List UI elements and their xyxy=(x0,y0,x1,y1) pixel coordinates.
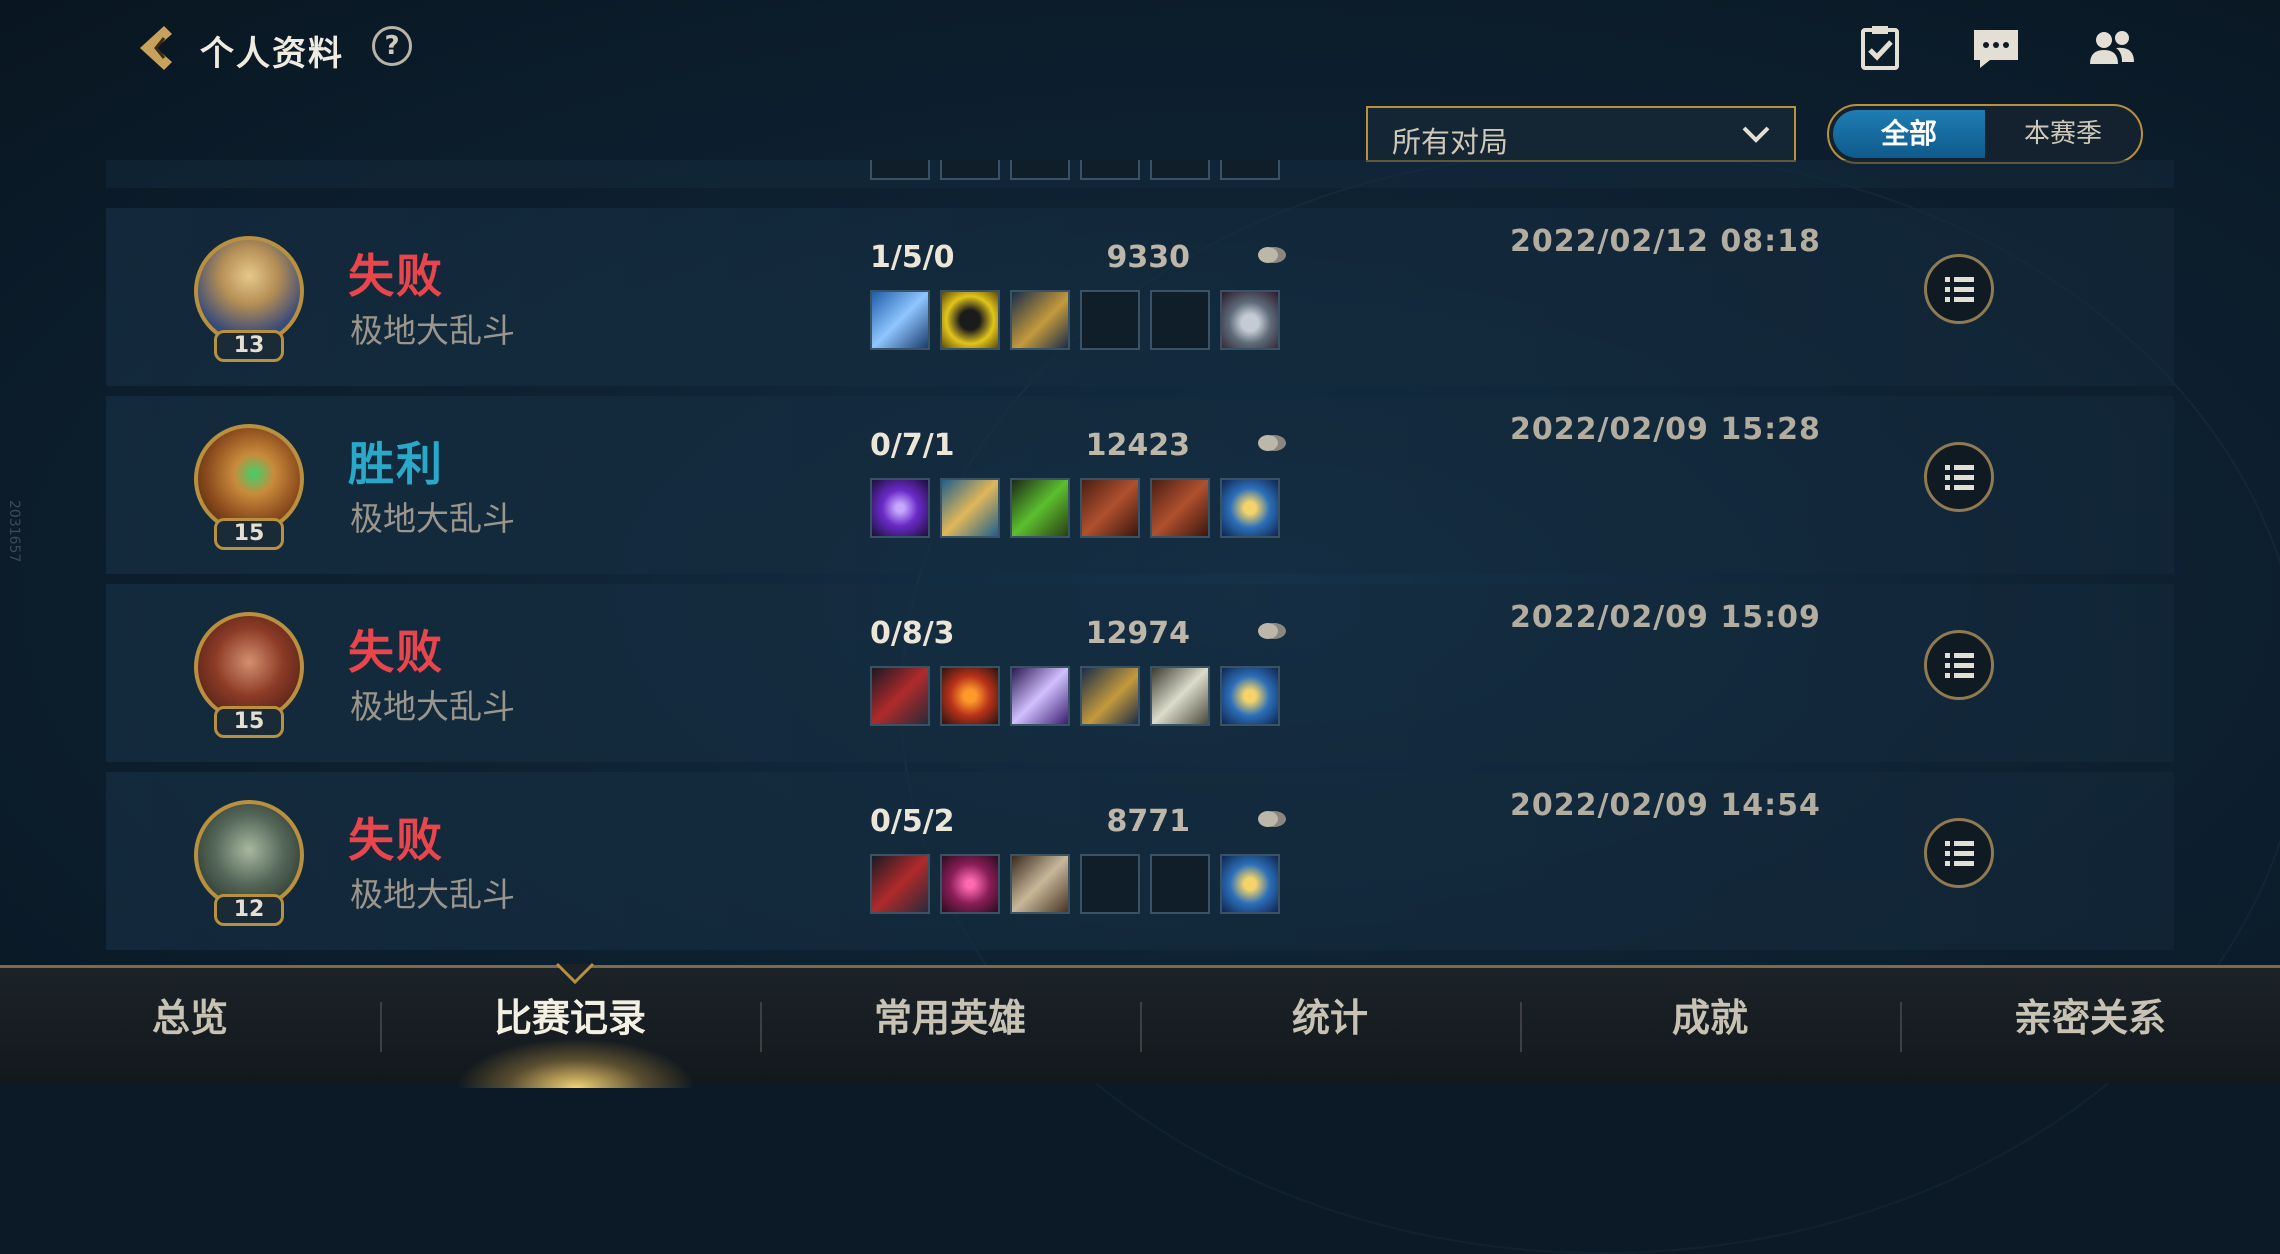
kda: 0/5/2 xyxy=(870,804,955,839)
item-icon xyxy=(1010,478,1070,538)
item-icon xyxy=(940,290,1000,350)
game-mode: 极地大乱斗 xyxy=(350,687,515,726)
friends-icon[interactable] xyxy=(2086,22,2138,74)
watermark: 2031657 xyxy=(6,500,22,563)
match-date: 2022/02/09 15:09 xyxy=(1510,600,1821,635)
page-title: 个人资料 xyxy=(200,34,344,74)
list-icon xyxy=(1945,277,1974,302)
chat-icon[interactable] xyxy=(1970,22,2022,74)
item-icon xyxy=(1150,666,1210,726)
item-slots xyxy=(870,478,1280,538)
item-icon xyxy=(870,666,930,726)
gold: 9330 xyxy=(1106,240,1191,275)
trinket-icon xyxy=(1220,666,1280,726)
champion-level: 15 xyxy=(214,518,284,550)
match-row[interactable]: 13 失败 极地大乱斗 1/5/0 9330 2022/02/12 08:18 xyxy=(106,208,2174,386)
list-icon xyxy=(1945,653,1974,678)
match-date: 2022/02/09 14:54 xyxy=(1510,788,1821,823)
toggle-all[interactable]: 全部 xyxy=(1833,110,1985,158)
match-list[interactable]: 13 失败 极地大乱斗 1/5/0 9330 2022/02/12 08:18 … xyxy=(106,160,2174,965)
tab-stats[interactable]: 统计 xyxy=(1140,968,1520,1083)
champion-level: 13 xyxy=(214,330,284,362)
item-icon xyxy=(870,854,930,914)
trinket-icon xyxy=(1220,854,1280,914)
gold-coin-icon xyxy=(1258,623,1286,639)
back-button[interactable] xyxy=(128,20,184,76)
match-result: 失败 xyxy=(348,813,444,867)
empty-item-slot xyxy=(1150,854,1210,914)
gold-coin-icon xyxy=(1258,247,1286,263)
empty-item-slot xyxy=(1150,290,1210,350)
item-icon xyxy=(1010,666,1070,726)
toggle-season[interactable]: 本赛季 xyxy=(1989,110,2137,158)
match-result: 失败 xyxy=(348,249,444,303)
gold: 8771 xyxy=(1106,804,1191,839)
item-slots xyxy=(870,290,1280,350)
kda: 0/7/1 xyxy=(870,428,955,463)
match-row[interactable]: 12 失败 极地大乱斗 0/5/2 8771 2022/02/09 14:54 xyxy=(106,772,2174,950)
item-icon xyxy=(1010,290,1070,350)
item-icon xyxy=(940,854,1000,914)
item-icon xyxy=(940,666,1000,726)
header: 个人资料 ? xyxy=(0,0,2280,100)
list-icon xyxy=(1945,465,1974,490)
match-details-button[interactable] xyxy=(1924,442,1994,512)
season-toggle: 全部 本赛季 xyxy=(1827,104,2143,164)
gold: 12423 xyxy=(1085,428,1190,463)
match-details-button[interactable] xyxy=(1924,254,1994,324)
gold: 12974 xyxy=(1085,616,1190,651)
partial-row xyxy=(106,160,2174,188)
gold-coin-icon xyxy=(1258,435,1286,451)
match-row[interactable]: 15 胜利 极地大乱斗 0/7/1 12423 2022/02/09 15:28 xyxy=(106,396,2174,574)
tab-favorite-champions[interactable]: 常用英雄 xyxy=(760,968,1140,1083)
kda: 0/8/3 xyxy=(870,616,955,651)
match-result: 胜利 xyxy=(348,437,444,491)
item-icon xyxy=(870,478,930,538)
match-details-button[interactable] xyxy=(1924,630,1994,700)
kda: 1/5/0 xyxy=(870,240,955,275)
empty-item-slot xyxy=(1080,290,1140,350)
game-mode: 极地大乱斗 xyxy=(350,499,515,538)
champion-level: 12 xyxy=(214,894,284,926)
game-mode: 极地大乱斗 xyxy=(350,311,515,350)
item-slots xyxy=(870,666,1280,726)
item-icon xyxy=(1150,478,1210,538)
tab-overview[interactable]: 总览 xyxy=(0,968,380,1083)
empty-item-slot xyxy=(1080,854,1140,914)
checklist-icon[interactable] xyxy=(1854,22,1906,74)
tab-match-history[interactable]: 比赛记录 xyxy=(380,968,760,1083)
tab-achievements[interactable]: 成就 xyxy=(1520,968,1900,1083)
item-icon xyxy=(940,478,1000,538)
gold-coin-icon xyxy=(1258,811,1286,827)
item-icon xyxy=(1080,666,1140,726)
match-filter-dropdown[interactable]: 所有对局 xyxy=(1366,106,1796,162)
item-icon xyxy=(1010,854,1070,914)
item-icon xyxy=(1080,478,1140,538)
game-mode: 极地大乱斗 xyxy=(350,875,515,914)
list-icon xyxy=(1945,841,1974,866)
match-date: 2022/02/12 08:18 xyxy=(1510,224,1821,259)
match-details-button[interactable] xyxy=(1924,818,1994,888)
help-button[interactable]: ? xyxy=(372,26,412,66)
match-date: 2022/02/09 15:28 xyxy=(1510,412,1821,447)
champion-level: 15 xyxy=(214,706,284,738)
match-result: 失败 xyxy=(348,625,444,679)
item-icon xyxy=(870,290,930,350)
filter-selected: 所有对局 xyxy=(1392,125,1509,159)
match-row[interactable]: 15 失败 极地大乱斗 0/8/3 12974 2022/02/09 15:09 xyxy=(106,584,2174,762)
trinket-icon xyxy=(1220,290,1280,350)
trinket-icon xyxy=(1220,478,1280,538)
bottom-nav: 总览 比赛记录 常用英雄 统计 成就 亲密关系 xyxy=(0,962,2280,1088)
item-slots xyxy=(870,854,1280,914)
back-arrow-icon xyxy=(140,26,172,70)
tab-relationships[interactable]: 亲密关系 xyxy=(1900,968,2280,1083)
chevron-down-icon xyxy=(1742,126,1770,143)
